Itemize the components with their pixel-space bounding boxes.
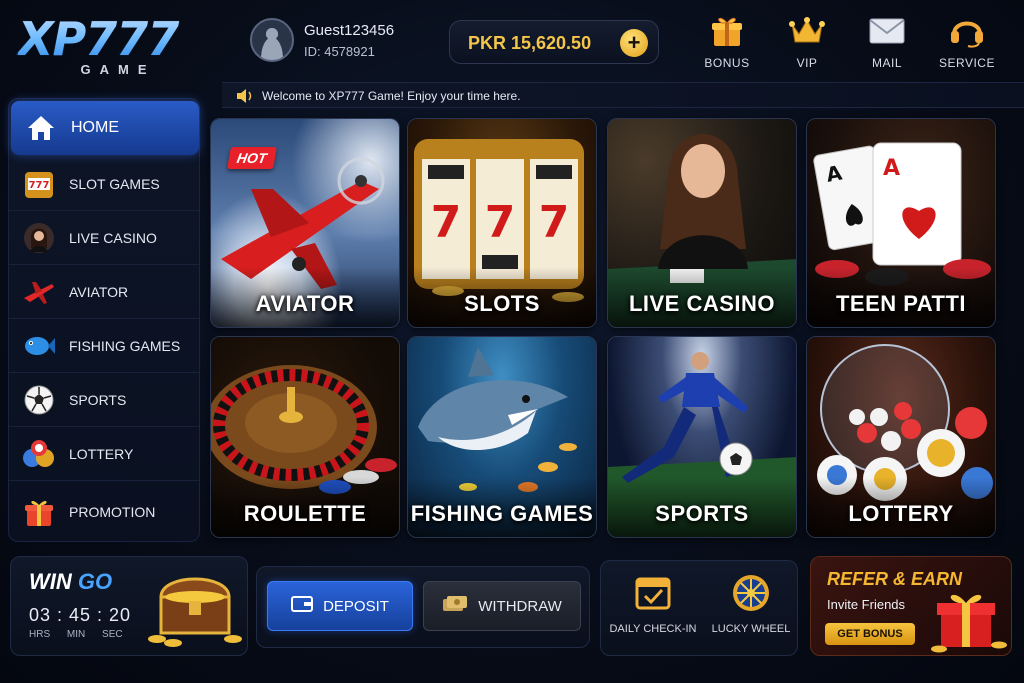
refer-earn-panel[interactable]: REFER & EARN Invite Friends GET BONUS (810, 556, 1012, 656)
home-icon (23, 111, 59, 145)
game-tile-label: ROULETTE (243, 501, 367, 526)
username: Guest123456 (304, 22, 395, 39)
svg-text:7: 7 (431, 197, 462, 248)
wheel-icon (703, 573, 799, 613)
svg-text:777: 777 (29, 180, 50, 191)
sidebar-item-lottery[interactable]: LOTTERY (9, 427, 199, 481)
mail-icon (852, 14, 922, 48)
win-go-panel[interactable]: WIN GO 03 : 45 : 20 HRS MIN SEC (10, 556, 248, 656)
announcement-text: Welcome to XP777 Game! Enjoy your time h… (262, 89, 521, 103)
sidebar-item-label: HOME (71, 119, 119, 136)
sidebar-item-fishing-games[interactable]: FISHING GAMES (9, 319, 199, 373)
win-go-title: WIN GO (29, 569, 112, 595)
nav-vip[interactable]: VIP (772, 14, 842, 74)
wallet-icon (291, 596, 314, 616)
nav-vip-label: VIP (796, 56, 818, 70)
sidebar-item-live-casino[interactable]: LIVE CASINO (9, 211, 199, 265)
game-tile-label: SPORTS (655, 501, 749, 526)
gift-icon (21, 495, 57, 529)
nav-bonus[interactable]: BONUS (692, 14, 762, 74)
add-funds-button[interactable]: + (620, 29, 648, 57)
countdown-timer: 03 : 45 : 20 (29, 605, 132, 625)
get-bonus-button[interactable]: GET BONUS (825, 623, 915, 645)
nav-service-label: SERVICE (939, 56, 995, 70)
game-tile-fishing-games[interactable]: FISHING GAMES (407, 336, 597, 538)
win-go-title-b: GO (77, 569, 113, 594)
sidebar-item-label: SLOT GAMES (69, 175, 160, 192)
sidebar-item-label: AVIATOR (69, 283, 129, 300)
game-tile-label: FISHING GAMES (410, 501, 594, 526)
sidebar: HOME 777 SLOT GAMES LIVE CASINO AVIATOR … (8, 98, 200, 542)
nav-mail[interactable]: MAIL (852, 14, 922, 74)
nav-bonus-label: BONUS (704, 56, 750, 70)
game-tile-label: LOTTERY (848, 501, 954, 526)
avatar[interactable] (250, 18, 294, 62)
crown-icon (772, 14, 842, 48)
daily-checkin-button[interactable]: DAILY CHECK-IN (605, 573, 701, 635)
svg-text:7: 7 (485, 197, 516, 248)
hot-badge: HOT (227, 147, 277, 169)
win-go-title-a: WIN (29, 569, 78, 594)
timer-units: HRS MIN SEC (29, 629, 123, 640)
soccer-ball-icon (21, 383, 57, 417)
timer-unit-sec: SEC (102, 629, 123, 640)
slot-machine-icon: 777 (21, 167, 57, 201)
sidebar-item-label: PROMOTION (69, 504, 156, 520)
sidebar-item-label: LOTTERY (69, 445, 134, 462)
sidebar-item-promotion[interactable]: PROMOTION (9, 485, 199, 539)
game-tile-aviator[interactable]: HOT AVIATOR (210, 118, 400, 328)
game-tile-roulette[interactable]: ROULETTE (210, 336, 400, 538)
treasure-chest-icon (147, 567, 243, 652)
sidebar-item-sports[interactable]: SPORTS (9, 373, 199, 427)
calendar-check-icon (605, 573, 701, 611)
fish-icon (21, 329, 57, 363)
sidebar-item-home[interactable]: HOME (11, 101, 199, 155)
nav-mail-label: MAIL (871, 56, 902, 70)
lottery-balls-icon (21, 437, 57, 471)
lucky-wheel-button[interactable]: LUCKY WHEEL (703, 573, 799, 635)
speaker-icon (236, 88, 254, 109)
timer-unit-min: MIN (66, 629, 86, 640)
dealer-icon (21, 221, 57, 255)
svg-text:7: 7 (539, 197, 570, 248)
headset-icon (932, 14, 1002, 48)
svg-text:A: A (883, 156, 900, 181)
sidebar-item-label: SPORTS (69, 391, 127, 408)
game-tile-sports[interactable]: SPORTS (607, 336, 797, 538)
user-id: ID: 4578921 (304, 44, 375, 59)
daily-checkin-label: DAILY CHECK-IN (609, 623, 697, 635)
game-tile-label: AVIATOR (255, 291, 355, 316)
brand-logo[interactable]: XP777 GAME (18, 14, 218, 84)
gift-icon (692, 14, 762, 48)
sidebar-item-slot-games[interactable]: 777 SLOT GAMES (9, 157, 199, 211)
deposit-button[interactable]: DEPOSIT (267, 581, 413, 631)
game-tile-lottery[interactable]: LOTTERY (806, 336, 996, 538)
withdraw-label: WITHDRAW (478, 597, 562, 615)
game-tile-live-casino[interactable]: LIVE CASINO (607, 118, 797, 328)
nav-service[interactable]: SERVICE (932, 14, 1002, 74)
game-tile-label: SLOTS (464, 291, 540, 316)
wallet-panel: DEPOSIT WITHDRAW (256, 566, 590, 648)
refer-subtitle: Invite Friends (827, 597, 906, 612)
sidebar-item-label: FISHING GAMES (69, 337, 181, 354)
game-tile-label: TEEN PATTI (835, 291, 967, 316)
quick-actions-panel: DAILY CHECK-IN LUCKY WHEEL (600, 560, 798, 656)
game-tile-label: LIVE CASINO (628, 291, 776, 316)
plane-icon (21, 275, 57, 309)
timer-unit-hrs: HRS (29, 629, 51, 640)
gift-box-icon (929, 585, 1009, 660)
sidebar-item-label: LIVE CASINO (69, 229, 157, 246)
announcement-bar: Welcome to XP777 Game! Enjoy your time h… (222, 82, 1024, 108)
cash-icon (442, 595, 468, 617)
balance-amount: PKR 15,620.50 (468, 33, 592, 53)
sidebar-item-aviator[interactable]: AVIATOR (9, 265, 199, 319)
balance-display: PKR 15,620.50 + (449, 20, 659, 64)
game-tile-teen-patti[interactable]: A A TEEN PATTI (806, 118, 996, 328)
logo-wordmark: XP777 (18, 14, 218, 64)
game-tile-slots[interactable]: 7 7 7 SLOTS (407, 118, 597, 328)
deposit-label: DEPOSIT (323, 597, 389, 615)
lucky-wheel-label: LUCKY WHEEL (711, 623, 791, 635)
withdraw-button[interactable]: WITHDRAW (423, 581, 581, 631)
